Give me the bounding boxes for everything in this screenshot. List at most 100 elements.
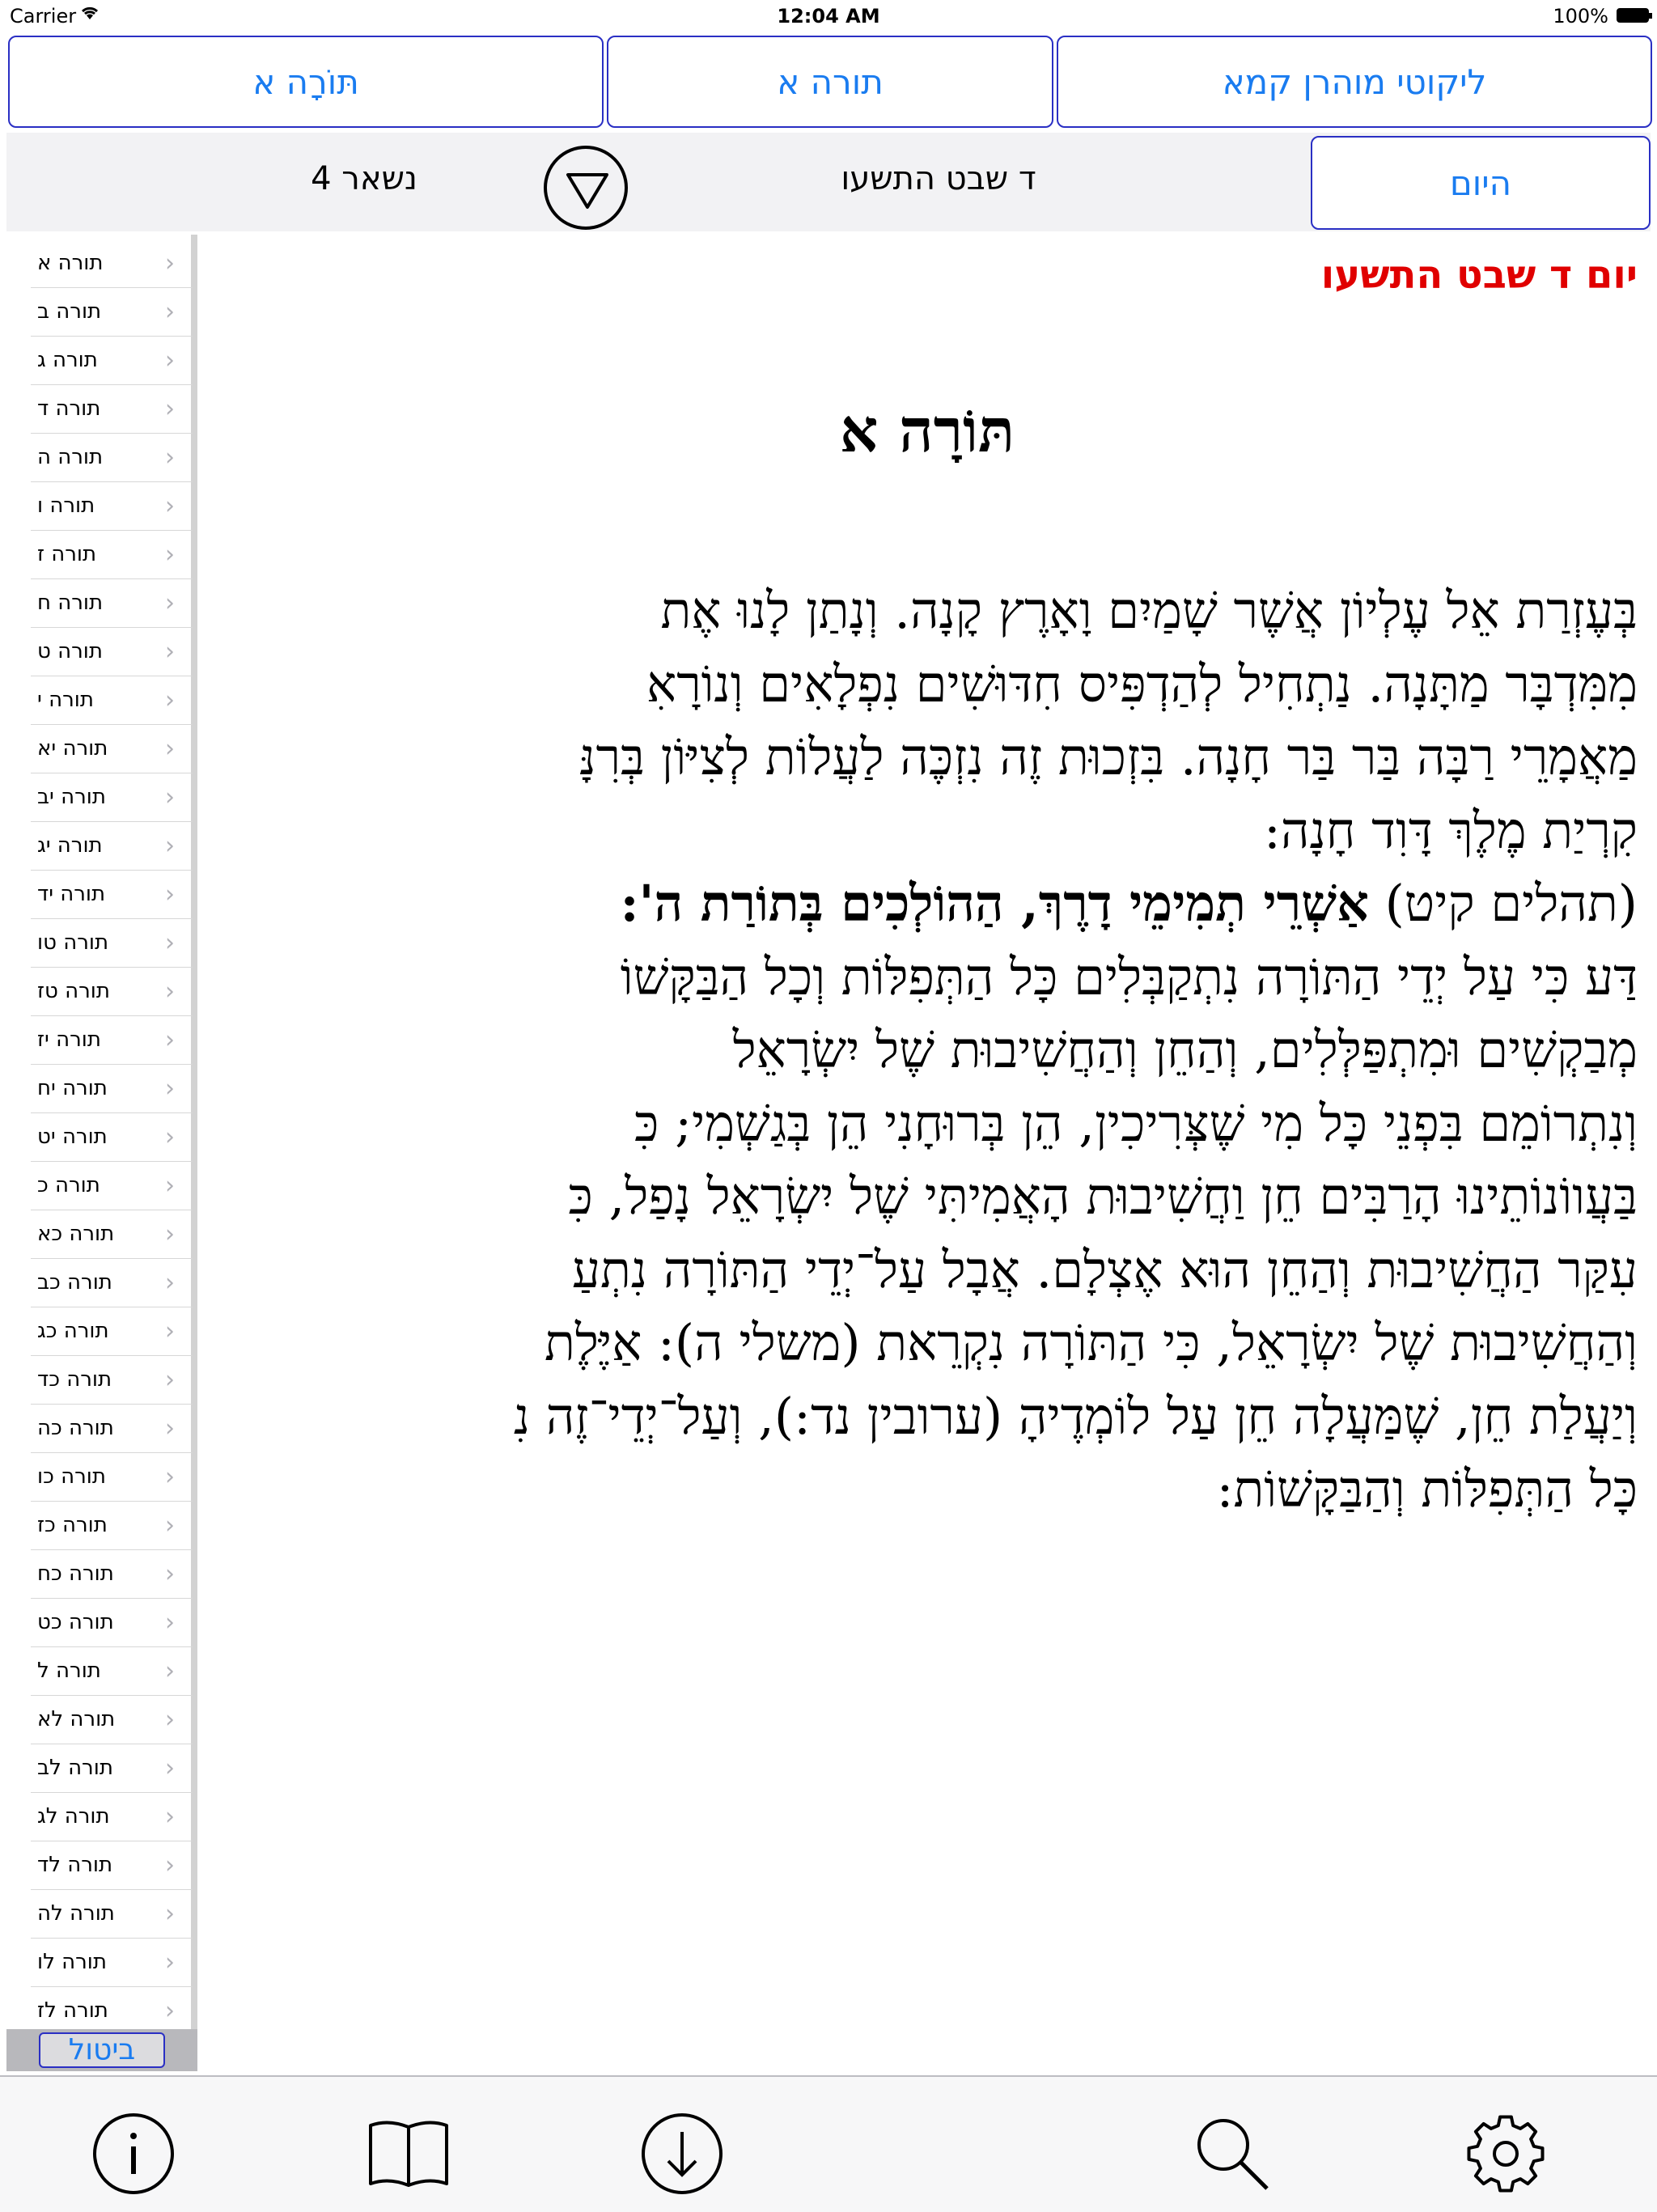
book-button[interactable]: ליקוטי מוהרן קמא <box>1057 36 1652 128</box>
torah-vowel-button[interactable]: תּוֹרָה א <box>8 36 604 128</box>
sidebar-item-label: תורה יז <box>37 1028 101 1052</box>
sidebar-item[interactable]: תורה א › <box>31 239 193 288</box>
sidebar-item-label: תורה יד <box>37 882 106 906</box>
sidebar-item-label: תורה לב <box>37 1756 113 1780</box>
sidebar-item[interactable]: תורה יח › <box>31 1065 193 1113</box>
sidebar-item-label: תורה ו <box>37 494 95 518</box>
text-line: וְיַעֲלַת חֵן, שֶׁמַּעֲלָה חֵן עַל לוֹמְ… <box>513 1386 1638 1446</box>
sidebar-item[interactable]: תורה לו › <box>31 1939 193 1987</box>
sidebar-item-label: תורה כד <box>37 1367 112 1392</box>
sidebar-item[interactable]: תורה ד › <box>31 385 193 434</box>
chevron-right-icon: › <box>165 686 175 714</box>
chevron-right-icon: › <box>165 1657 175 1685</box>
sidebar-item[interactable]: תורה לד › <box>31 1841 193 1890</box>
sidebar-item[interactable]: תורה כ › <box>31 1162 193 1210</box>
sidebar-item[interactable]: תורה לז › <box>31 1987 193 2036</box>
chevron-right-icon: › <box>165 249 175 278</box>
sidebar-item-label: תורה לה <box>37 1901 115 1926</box>
sidebar-item[interactable]: תורה יא › <box>31 725 193 773</box>
sidebar-item[interactable]: תורה לא › <box>31 1696 193 1744</box>
sidebar-item[interactable]: תורה יד › <box>31 871 193 919</box>
sidebar-item-label: תורה טו <box>37 930 109 955</box>
sidebar-item[interactable]: תורה טז › <box>31 968 193 1016</box>
chevron-right-icon: › <box>165 346 175 375</box>
sidebar-item-label: תורה כג <box>37 1319 109 1343</box>
sidebar-item-label: תורה יג <box>37 833 103 858</box>
sidebar-item[interactable]: תורה כא › <box>31 1210 193 1259</box>
sidebar-item-label: תורה ז <box>37 542 97 566</box>
sidebar-item-label: תורה כ <box>37 1173 100 1197</box>
sidebar-item-label: תורה יב <box>37 785 106 809</box>
chevron-right-icon: › <box>165 298 175 326</box>
sidebar-item[interactable]: תורה יב › <box>31 773 193 822</box>
sidebar-item[interactable]: תורה ל › <box>31 1647 193 1696</box>
chevron-right-icon: › <box>165 1269 175 1297</box>
chevron-right-icon: › <box>165 1074 175 1103</box>
chevron-right-icon: › <box>165 783 175 811</box>
chevron-right-icon: › <box>165 540 175 569</box>
sidebar-item[interactable]: תורה כה › <box>31 1405 193 1453</box>
sidebar-item[interactable]: תורה ג › <box>31 337 193 385</box>
chevron-right-icon: › <box>165 1997 175 2025</box>
sidebar-item[interactable]: תורה ו › <box>31 482 193 531</box>
sidebar-item[interactable]: תורה יג › <box>31 822 193 871</box>
sidebar-item[interactable]: תורה ב › <box>31 288 193 337</box>
sidebar-item[interactable]: תורה יז › <box>31 1016 193 1065</box>
search-icon[interactable] <box>1188 2109 1277 2198</box>
torah-title: תּוֹרָה א <box>839 396 1015 466</box>
text-line: מִמִּדְבָּר מַתָּנָה. נַתְחִיל לְהַדְפִּ… <box>646 654 1638 714</box>
chevron-right-icon: › <box>165 1414 175 1443</box>
sidebar-item[interactable]: תורה כב › <box>31 1259 193 1307</box>
sidebar-item-label: תורה לז <box>37 1998 108 2023</box>
status-bar: Carrier 12:04 AM 100% <box>0 0 1657 32</box>
sidebar-item-label: תורה כו <box>37 1464 106 1489</box>
cancel-button[interactable]: ביטול <box>39 2032 165 2068</box>
sidebar-item-label: תורה ט <box>37 639 103 663</box>
sidebar-item-label: תורה יט <box>37 1125 108 1149</box>
clock: 12:04 AM <box>777 5 880 28</box>
sidebar-item[interactable]: תורה טו › <box>31 919 193 968</box>
sidebar-item[interactable]: תורה ה › <box>31 434 193 482</box>
sidebar-item[interactable]: תורה לה › <box>31 1890 193 1939</box>
chevron-right-icon: › <box>165 880 175 909</box>
chevron-right-icon: › <box>165 832 175 860</box>
text-line: עִקַּר הַחֲשִׁיבוּת וְהַחֵן הוּא אֶצְלָם… <box>571 1239 1638 1299</box>
sidebar-item[interactable]: תורה ח › <box>31 579 193 628</box>
download-icon[interactable] <box>638 2109 727 2198</box>
chevron-right-icon: › <box>165 395 175 423</box>
sidebar-item-label: תורה כז <box>37 1513 108 1537</box>
sidebar-item-label: תורה כט <box>37 1610 114 1634</box>
chevron-right-icon: › <box>165 1463 175 1491</box>
sidebar-item[interactable]: תורה י › <box>31 676 193 725</box>
chevron-right-icon: › <box>165 1317 175 1345</box>
torah-list[interactable]: תורה א › תורה ב › תורה ג › תורה ד › תורה ה › תורה … <box>6 235 197 2036</box>
text-line: וְנִתְרוֹמֵם בִּפְנֵי כָּל מִי שֶׁצְּרִי… <box>634 1093 1638 1153</box>
chevron-right-icon: › <box>165 1220 175 1248</box>
book-icon[interactable] <box>364 2109 453 2198</box>
sidebar-item[interactable]: תורה לג › <box>31 1793 193 1841</box>
sidebar-item[interactable]: תורה כט › <box>31 1599 193 1647</box>
sidebar-item-label: תורה לד <box>37 1853 113 1877</box>
sidebar-item-label: תורה א <box>37 251 104 275</box>
dropdown-button[interactable] <box>544 146 628 230</box>
info-icon[interactable] <box>89 2109 178 2198</box>
sidebar-item[interactable]: תורה כד › <box>31 1356 193 1405</box>
chevron-right-icon: › <box>165 1123 175 1151</box>
sidebar-item[interactable]: תורה ט › <box>31 628 193 676</box>
cancel-bar: ביטול <box>6 2029 197 2071</box>
reading-pane[interactable]: יום ד שבט התשעו תּוֹרָה א בְּעֶזְרַת אֵל… <box>199 235 1655 2074</box>
sidebar-item[interactable]: תורה כז › <box>31 1502 193 1550</box>
sidebar-item[interactable]: תורה לב › <box>31 1744 193 1793</box>
sidebar-item-label: תורה כה <box>37 1416 114 1440</box>
sidebar-item[interactable]: תורה כג › <box>31 1307 193 1356</box>
sidebar-item[interactable]: תורה ז › <box>31 531 193 579</box>
sidebar-item-label: תורה לג <box>37 1804 110 1829</box>
sidebar-item[interactable]: תורה כו › <box>31 1453 193 1502</box>
settings-icon[interactable] <box>1461 2109 1550 2198</box>
today-button[interactable]: היום <box>1311 136 1651 230</box>
sidebar-item[interactable]: תורה כח › <box>31 1550 193 1599</box>
sidebar-item-label: תורה טז <box>37 979 110 1003</box>
torah-plain-button[interactable]: תורה א <box>607 36 1053 128</box>
sidebar-item[interactable]: תורה יט › <box>31 1113 193 1162</box>
chevron-right-icon: › <box>165 1608 175 1637</box>
